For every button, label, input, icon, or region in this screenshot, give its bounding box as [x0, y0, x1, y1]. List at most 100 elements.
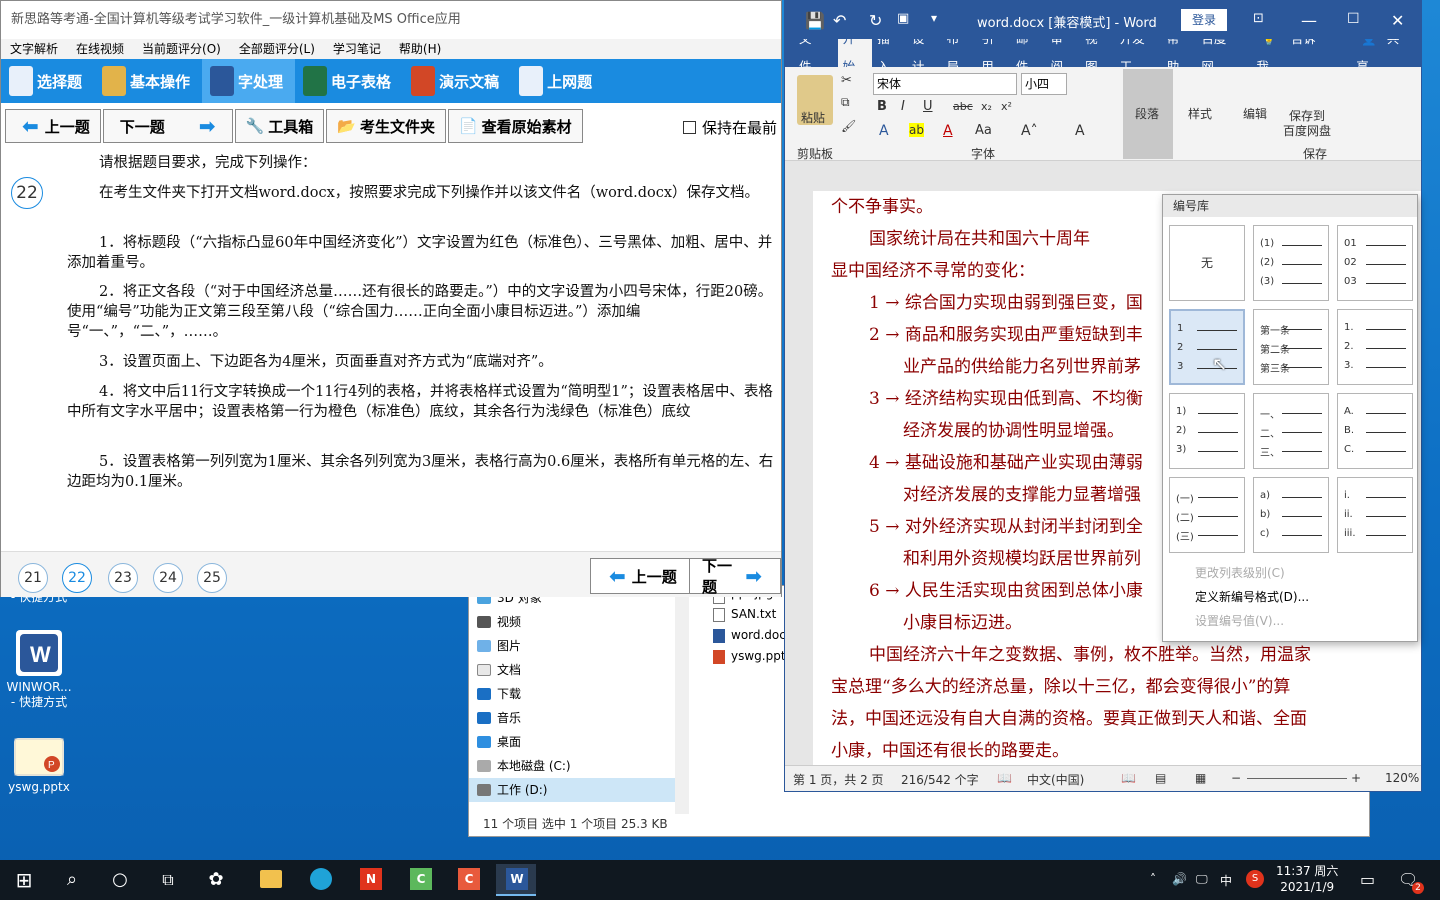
desktop-icon-winword[interactable]: W WINWOR... - 快捷方式 — [4, 630, 74, 710]
font-name-dropdown[interactable]: 宋体 — [873, 73, 1017, 95]
zoom-slider[interactable] — [1247, 778, 1347, 779]
grow-font-icon[interactable]: A˄ — [1021, 123, 1038, 139]
question-jump-button[interactable]: 25 — [197, 563, 227, 593]
tray-expand-icon[interactable]: ˄ — [1150, 872, 1156, 886]
prev-question-button[interactable]: ⬅ 上一题 — [5, 109, 101, 143]
text-effects-icon[interactable]: A — [879, 123, 889, 139]
zoom-out-icon[interactable]: − — [1231, 771, 1241, 785]
touch-mode-icon[interactable]: ▣ — [897, 11, 909, 26]
zoom-level[interactable]: 120% — [1385, 771, 1419, 785]
italic-icon[interactable]: I — [901, 99, 905, 114]
numbering-format-option[interactable]: a) b) c) — [1253, 477, 1329, 553]
show-desktop-icon[interactable]: ▭ — [1360, 870, 1375, 889]
minimize-icon[interactable]: — — [1301, 11, 1317, 30]
highlight-icon[interactable]: ab — [909, 123, 924, 137]
nav-item-desktop[interactable]: 桌面 — [469, 730, 689, 754]
save-to-baidu-label[interactable]: 保存到 百度网盘 — [1283, 109, 1331, 139]
cortana-icon[interactable]: ○ — [100, 864, 140, 896]
superscript-icon[interactable]: x² — [1001, 100, 1012, 113]
menu-item[interactable]: 文字解析 — [1, 39, 67, 59]
network-icon[interactable]: 🖵 — [1196, 872, 1208, 887]
ime-indicator[interactable]: 中 — [1220, 872, 1232, 889]
word-count[interactable]: 216/542 个字 — [901, 771, 979, 788]
nav-item-pictures[interactable]: 图片 — [469, 634, 689, 658]
clock[interactable]: 11:37 周六 2021/1/9 — [1276, 863, 1338, 895]
bold-icon[interactable]: B — [877, 99, 887, 114]
tab-word-processing[interactable]: 字处理 — [202, 59, 296, 103]
change-list-level-item[interactable]: 更改列表级别(C) — [1163, 561, 1419, 585]
search-icon[interactable]: ⌕ — [52, 864, 92, 896]
volume-icon[interactable]: 🔊 — [1172, 872, 1187, 886]
copy-icon[interactable]: ⧉ — [841, 95, 850, 110]
numbering-none-option[interactable]: 无 — [1169, 225, 1245, 301]
numbering-format-option[interactable]: 1. 2. 3. — [1337, 309, 1413, 385]
numbering-format-option[interactable]: 一、 二、 三、 — [1253, 393, 1329, 469]
web-layout-icon[interactable]: ▦ — [1195, 771, 1206, 785]
font-color-icon[interactable]: A — [943, 123, 953, 139]
view-original-button[interactable]: 📄 查看原始素材 — [447, 109, 583, 143]
sogou-ime-icon[interactable]: S — [1246, 870, 1264, 888]
menu-item[interactable]: 全部题评分(L) — [230, 39, 324, 59]
tab-basic-ops[interactable]: 基本操作 — [94, 59, 202, 103]
zoom-in-icon[interactable]: + — [1351, 771, 1361, 785]
undo-icon[interactable]: ↶ — [833, 11, 846, 30]
task-view-icon[interactable]: ⧉ — [148, 864, 188, 896]
tab-spreadsheet[interactable]: 电子表格 — [295, 59, 403, 103]
read-mode-icon[interactable]: 📖 — [1121, 771, 1136, 785]
desktop-icon-yswg[interactable]: P yswg.pptx — [4, 738, 74, 795]
menu-item[interactable]: 在线视频 — [67, 39, 133, 59]
cut-icon[interactable]: ✂ — [841, 73, 852, 88]
nav-item-drive-d[interactable]: 工作 (D:) — [469, 778, 689, 802]
numbering-format-option[interactable]: i. ii. iii. — [1337, 477, 1413, 553]
ribbon-display-icon[interactable]: ⊡ — [1253, 11, 1264, 26]
file-item[interactable]: SAN.txt — [709, 604, 793, 625]
bottom-prev-button[interactable]: ⬅ 上一题 — [590, 558, 690, 594]
bottom-next-button[interactable]: 下一题 ➡ — [689, 557, 781, 596]
exam-folder-button[interactable]: 📂 考生文件夹 — [326, 109, 446, 143]
numbering-format-option[interactable]: (1) (2) (3) — [1253, 225, 1329, 301]
numbering-format-option[interactable]: A. B. C. — [1337, 393, 1413, 469]
numbering-format-option[interactable]: (一) (二) (三) — [1169, 477, 1245, 553]
numbering-format-option[interactable]: 1 2 3 — [1169, 309, 1245, 385]
strikethrough-icon[interactable]: abc — [953, 100, 973, 113]
menu-item[interactable]: 帮助(H) — [390, 39, 450, 59]
char-shading-icon[interactable]: A — [1075, 123, 1085, 139]
nav-item-videos[interactable]: 视频 — [469, 610, 689, 634]
menu-item[interactable]: 学习笔记 — [324, 39, 390, 59]
app-n-icon[interactable]: N — [350, 864, 390, 896]
language-indicator[interactable]: 中文(中国) — [1027, 771, 1084, 788]
font-size-dropdown[interactable]: 小四 — [1021, 73, 1067, 95]
nav-item-downloads[interactable]: 下载 — [469, 682, 689, 706]
question-jump-button-current[interactable]: 22 — [62, 563, 92, 593]
question-jump-button[interactable]: 24 — [153, 563, 183, 593]
proofing-icon[interactable]: 📖 — [997, 771, 1012, 785]
save-icon[interactable]: 💾 — [805, 11, 825, 30]
nav-item-drive-c[interactable]: 本地磁盘 (C:) — [469, 754, 689, 778]
numbering-format-option[interactable]: 第一条 第二条 第三条 — [1253, 309, 1329, 385]
edge-icon[interactable] — [300, 864, 340, 896]
keep-on-top-checkbox[interactable]: 保持在最前 — [682, 117, 777, 138]
tab-presentation[interactable]: 演示文稿 — [403, 59, 511, 103]
file-item[interactable]: yswg.pptx — [709, 646, 793, 667]
page-count[interactable]: 第 1 页，共 2 页 — [793, 771, 884, 788]
login-button[interactable]: 登录 — [1181, 9, 1227, 31]
print-layout-icon[interactable]: ▤ — [1155, 771, 1166, 785]
tab-choice[interactable]: 选择题 — [1, 59, 94, 103]
format-painter-icon[interactable]: 🖌 — [841, 119, 856, 133]
close-icon[interactable]: ✕ — [1391, 11, 1404, 30]
underline-icon[interactable]: U — [923, 99, 933, 114]
camtasia-recorder-icon[interactable]: C — [448, 864, 488, 896]
pinwheel-app-icon[interactable]: ✿ — [196, 864, 236, 896]
subscript-icon[interactable]: x₂ — [981, 100, 992, 113]
file-item-selected[interactable]: word.docx — [709, 625, 793, 646]
nav-item-music[interactable]: 音乐 — [469, 706, 689, 730]
word-taskbar-icon[interactable]: W — [496, 864, 536, 896]
tab-internet[interactable]: 上网题 — [511, 59, 604, 103]
set-numbering-value-item[interactable]: 设置编号值(V)... — [1163, 609, 1419, 633]
camtasia-icon[interactable]: C — [400, 864, 440, 896]
redo-icon[interactable]: ↻ — [869, 11, 882, 30]
maximize-icon[interactable]: ☐ — [1347, 11, 1360, 27]
question-jump-button[interactable]: 23 — [108, 563, 138, 593]
nav-scrollbar[interactable] — [675, 586, 689, 814]
start-icon[interactable]: ⊞ — [4, 864, 44, 896]
